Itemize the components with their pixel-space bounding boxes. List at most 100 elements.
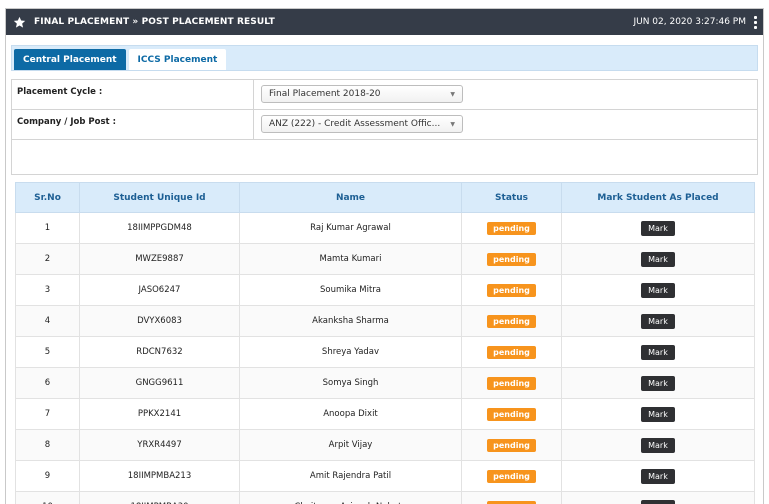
row-sr-no: 3 bbox=[16, 275, 80, 306]
mark-button[interactable]: Mark bbox=[641, 407, 675, 422]
table-row: 2MWZE9887Mamta Kumari pending Mark bbox=[16, 244, 755, 275]
row-name: Akanksha Sharma bbox=[240, 306, 462, 337]
status-badge: pending bbox=[487, 253, 536, 266]
row-sr-no: 4 bbox=[16, 306, 80, 337]
row-status: pending bbox=[462, 244, 562, 275]
mark-button[interactable]: Mark bbox=[641, 252, 675, 267]
mark-button[interactable]: Mark bbox=[641, 345, 675, 360]
row-status: pending bbox=[462, 368, 562, 399]
mark-button[interactable]: Mark bbox=[641, 221, 675, 236]
row-sr-no: 8 bbox=[16, 430, 80, 461]
row-name: Soumika Mitra bbox=[240, 275, 462, 306]
row-mark: Mark bbox=[562, 275, 755, 306]
mark-button[interactable]: Mark bbox=[641, 500, 675, 504]
row-status: pending bbox=[462, 430, 562, 461]
mark-button[interactable]: Mark bbox=[641, 283, 675, 298]
row-name: Anoopa Dixit bbox=[240, 399, 462, 430]
row-status: pending bbox=[462, 275, 562, 306]
results-table: Sr.No Student Unique Id Name Status Mark… bbox=[15, 182, 755, 504]
star-icon bbox=[13, 15, 27, 29]
placement-cycle-row: Placement Cycle : Final Placement 2018-2… bbox=[12, 80, 757, 110]
placement-cycle-select[interactable]: Final Placement 2018-20 ▼ bbox=[261, 85, 463, 103]
row-name: Mamta Kumari bbox=[240, 244, 462, 275]
row-mark: Mark bbox=[562, 213, 755, 244]
col-name: Name bbox=[240, 183, 462, 213]
table-row: 1018IIMPMBA30Chaitanya Avinash Nehete pen… bbox=[16, 492, 755, 504]
main-panel: FINAL PLACEMENT » POST PLACEMENT RESULT … bbox=[5, 8, 764, 504]
row-sr-no: 10 bbox=[16, 492, 80, 504]
row-student-id: 18IIMPPGDM48 bbox=[80, 213, 240, 244]
status-badge: pending bbox=[487, 222, 536, 235]
mark-button[interactable]: Mark bbox=[641, 376, 675, 391]
mark-button[interactable]: Mark bbox=[641, 314, 675, 329]
row-status: pending bbox=[462, 213, 562, 244]
table-row: 3JASO6247Soumika Mitra pending Mark bbox=[16, 275, 755, 306]
row-student-id: GNGG9611 bbox=[80, 368, 240, 399]
table-row: 6GNGG9611Somya Singh pending Mark bbox=[16, 368, 755, 399]
status-badge: pending bbox=[487, 501, 536, 504]
row-sr-no: 9 bbox=[16, 461, 80, 492]
placement-cycle-value: Final Placement 2018-20 bbox=[269, 89, 444, 99]
results-table-wrap: Sr.No Student Unique Id Name Status Mark… bbox=[15, 182, 755, 504]
row-student-id: YRXR4497 bbox=[80, 430, 240, 461]
row-student-id: 18IIMPMBA30 bbox=[80, 492, 240, 504]
row-sr-no: 7 bbox=[16, 399, 80, 430]
row-sr-no: 5 bbox=[16, 337, 80, 368]
col-mark-placed: Mark Student As Placed bbox=[562, 183, 755, 213]
row-mark: Mark bbox=[562, 430, 755, 461]
row-mark: Mark bbox=[562, 399, 755, 430]
row-status: pending bbox=[462, 461, 562, 492]
company-job-select[interactable]: ANZ (222) - Credit Assessment Offic... ▼ bbox=[261, 115, 463, 133]
row-name: Somya Singh bbox=[240, 368, 462, 399]
table-row: 8YRXR4497Arpit VijaypendingMark bbox=[16, 430, 755, 461]
filter-spacer bbox=[12, 140, 757, 175]
mark-button[interactable]: Mark bbox=[641, 438, 675, 453]
col-student-id: Student Unique Id bbox=[80, 183, 240, 213]
tab-iccs-placement[interactable]: ICCS Placement bbox=[129, 49, 227, 70]
row-name: Chaitanya Avinash Nehete bbox=[240, 492, 462, 504]
row-name: Shreya Yadav bbox=[240, 337, 462, 368]
row-status: pending bbox=[462, 337, 562, 368]
row-student-id: JASO6247 bbox=[80, 275, 240, 306]
row-name: Amit Rajendra Patil bbox=[240, 461, 462, 492]
table-row: 7PPKX2141Anoopa Dixitpending Mark bbox=[16, 399, 755, 430]
company-job-label: Company / Job Post : bbox=[12, 110, 254, 139]
placement-tabs: Central Placement ICCS Placement bbox=[11, 45, 758, 71]
row-name: Raj Kumar Agrawal bbox=[240, 213, 462, 244]
row-status: pending bbox=[462, 399, 562, 430]
row-status: pending bbox=[462, 492, 562, 504]
status-badge: pending bbox=[487, 470, 536, 483]
tab-central-placement[interactable]: Central Placement bbox=[14, 49, 126, 70]
row-sr-no: 2 bbox=[16, 244, 80, 275]
mark-button[interactable]: Mark bbox=[641, 469, 675, 484]
table-row: 918IIMPMBA213Amit Rajendra Patil pending M… bbox=[16, 461, 755, 492]
row-mark: Mark bbox=[562, 244, 755, 275]
header-datetime: JUN 02, 2020 3:27:46 PM bbox=[633, 17, 746, 27]
page-header: FINAL PLACEMENT » POST PLACEMENT RESULT … bbox=[6, 9, 763, 35]
row-student-id: MWZE9887 bbox=[80, 244, 240, 275]
table-row: 5RDCN7632Shreya Yadav pending Mark bbox=[16, 337, 755, 368]
row-mark: Mark bbox=[562, 306, 755, 337]
row-status: pending bbox=[462, 306, 562, 337]
row-student-id: PPKX2141 bbox=[80, 399, 240, 430]
row-student-id: RDCN7632 bbox=[80, 337, 240, 368]
table-row: 118IIMPPGDM48Raj Kumar Agrawal pending Mar… bbox=[16, 213, 755, 244]
col-sr-no: Sr.No bbox=[16, 183, 80, 213]
page-title: FINAL PLACEMENT » POST PLACEMENT RESULT bbox=[34, 17, 275, 27]
status-badge: pending bbox=[487, 346, 536, 359]
row-sr-no: 1 bbox=[16, 213, 80, 244]
placement-cycle-label: Placement Cycle : bbox=[12, 80, 254, 109]
status-badge: pending bbox=[487, 315, 536, 328]
more-vertical-icon[interactable] bbox=[754, 16, 757, 29]
status-badge: pending bbox=[487, 284, 536, 297]
row-mark: Mark bbox=[562, 461, 755, 492]
company-job-row: Company / Job Post : ANZ (222) - Credit … bbox=[12, 110, 757, 140]
table-row: 4DVYX6083Akanksha SharmapendingMark bbox=[16, 306, 755, 337]
row-mark: Mark bbox=[562, 368, 755, 399]
status-badge: pending bbox=[487, 377, 536, 390]
row-mark: Mark bbox=[562, 492, 755, 504]
chevron-down-icon: ▼ bbox=[450, 121, 455, 128]
row-student-id: 18IIMPMBA213 bbox=[80, 461, 240, 492]
col-status: Status bbox=[462, 183, 562, 213]
row-sr-no: 6 bbox=[16, 368, 80, 399]
